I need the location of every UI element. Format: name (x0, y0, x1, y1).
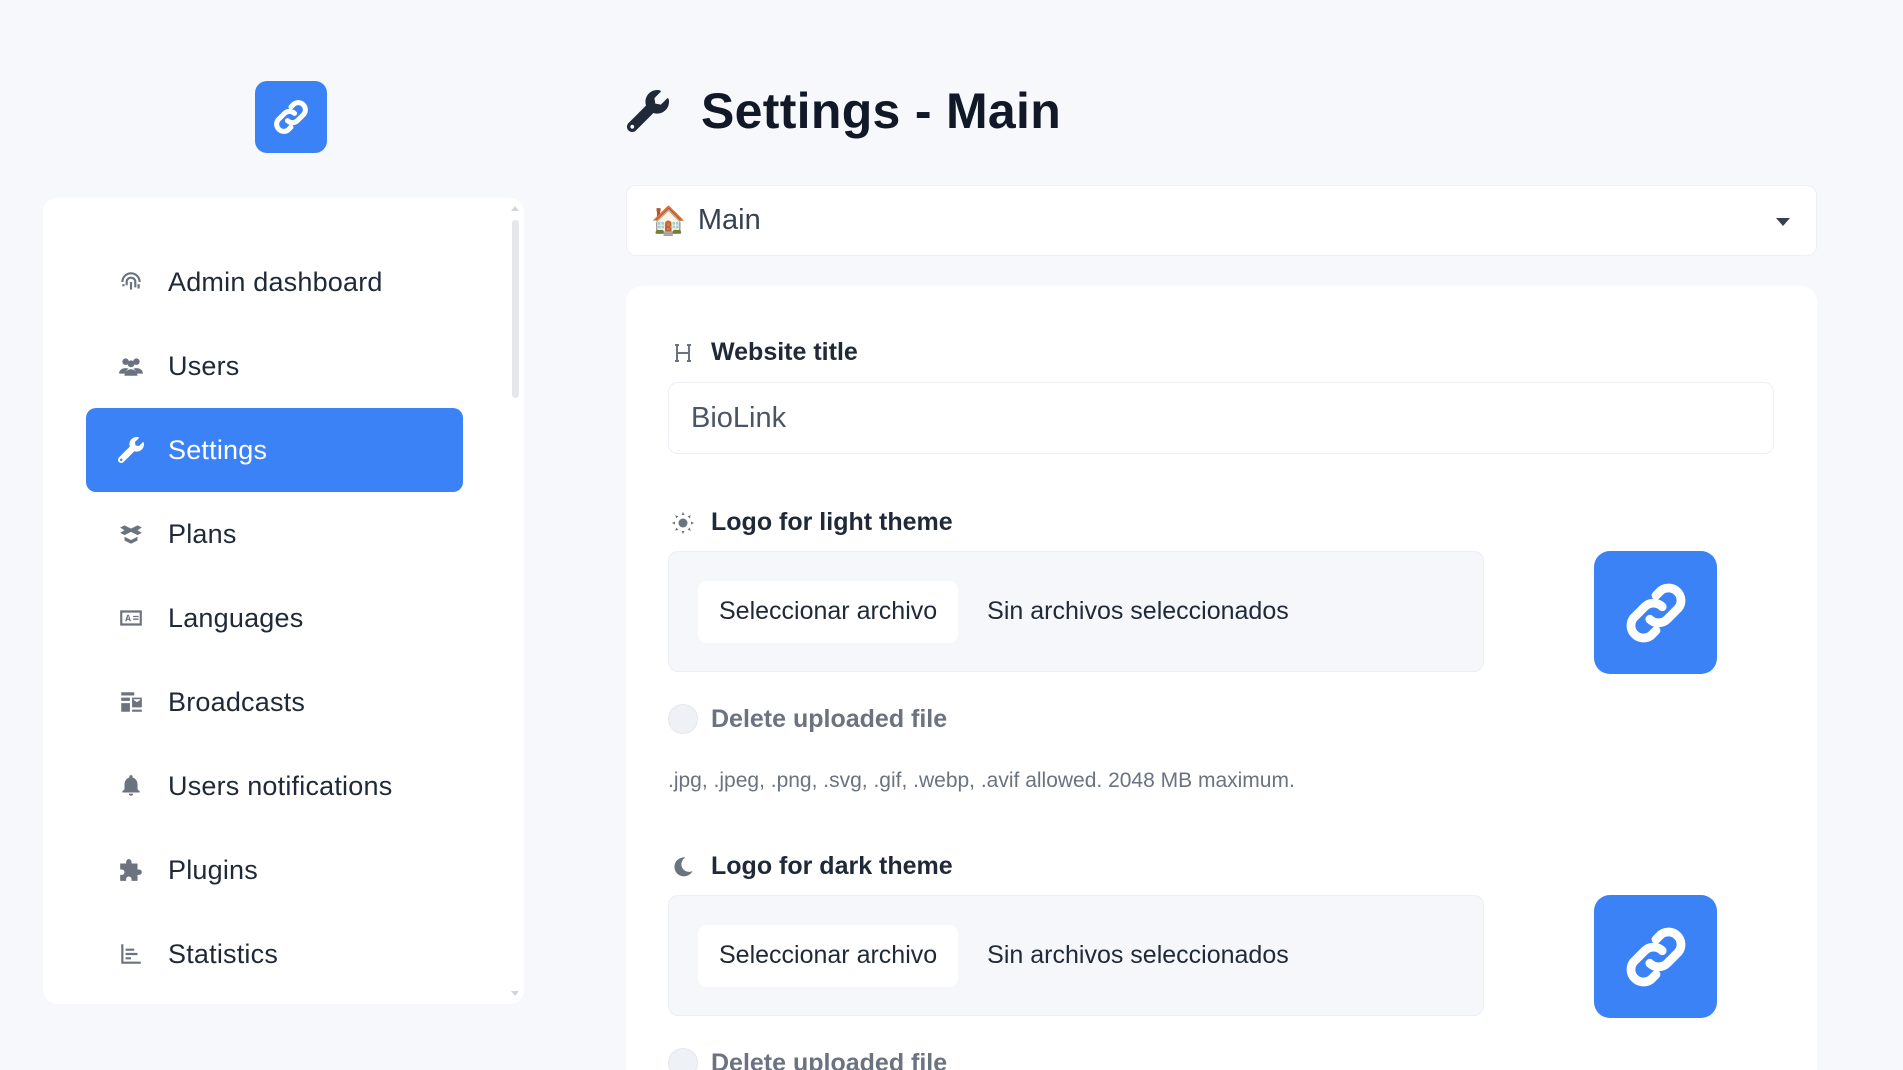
file-status-text: Sin archivos seleccionados (987, 597, 1289, 625)
link-icon (1616, 917, 1696, 997)
sidebar-item-label: Plans (168, 518, 237, 549)
wrench-icon (627, 90, 669, 132)
language-icon (116, 603, 146, 633)
delete-logo-light-checkbox[interactable] (668, 704, 698, 734)
sidebar-item-plans[interactable]: Plans (86, 492, 463, 576)
scrollbar-thumb[interactable] (512, 220, 519, 398)
page-header: Settings - Main (627, 82, 1061, 140)
app-root: Admin dashboard Users Settings Plans Lan… (0, 0, 1903, 1070)
delete-logo-dark-checkbox[interactable] (668, 1048, 698, 1070)
logo-light-label: Logo for light theme (669, 508, 953, 537)
logo-dark-label: Logo for dark theme (669, 852, 953, 881)
sidebar-item-statistics[interactable]: Statistics (86, 912, 463, 996)
settings-form-card: Website title BioLink Logo for light the… (626, 286, 1817, 1070)
chevron-down-icon (1776, 218, 1790, 226)
choose-file-button[interactable]: Seleccionar archivo (698, 924, 959, 987)
logo-dark-preview (1594, 895, 1717, 1018)
sun-icon (669, 509, 697, 537)
users-icon (116, 351, 146, 381)
house-icon: 🏠 (651, 205, 686, 236)
wrench-icon (116, 435, 146, 465)
sidebar-item-label: Users (168, 350, 240, 381)
box-open-icon (116, 519, 146, 549)
sidebar-item-label: Broadcasts (168, 686, 306, 717)
sidebar-item-plugins[interactable]: Plugins (86, 828, 463, 912)
logo-dark-file-input[interactable]: Seleccionar archivo Sin archivos selecci… (668, 895, 1484, 1016)
puzzle-icon (116, 855, 146, 885)
file-status-text: Sin archivos seleccionados (987, 941, 1289, 969)
chart-bar-icon (116, 939, 146, 969)
mail-bulk-icon (116, 687, 146, 717)
sidebar-item-label: Admin dashboard (168, 266, 383, 297)
sidebar-item-label: Settings (168, 434, 268, 465)
page-title: Settings - Main (701, 83, 1062, 139)
logo-light-preview (1594, 551, 1717, 674)
sidebar-item-label: Languages (168, 602, 304, 633)
brand-logo-icon[interactable] (255, 81, 327, 153)
logo-help-text: .jpg, .jpeg, .png, .svg, .gif, .webp, .a… (668, 769, 1295, 792)
delete-logo-dark-row[interactable]: Delete uploaded file (668, 1048, 947, 1070)
sidebar-item-label: Statistics (168, 938, 279, 969)
logo-light-file-input[interactable]: Seleccionar archivo Sin archivos selecci… (668, 551, 1484, 672)
sidebar: Admin dashboard Users Settings Plans Lan… (43, 198, 524, 1004)
sidebar-item-users[interactable]: Users (86, 324, 463, 408)
sidebar-item-label: Users notifications (168, 770, 393, 801)
heading-icon (669, 339, 697, 367)
bell-icon (116, 771, 146, 801)
choose-file-button[interactable]: Seleccionar archivo (698, 580, 959, 643)
website-title-label: Website title (669, 338, 858, 367)
settings-section-select[interactable]: 🏠 Main (626, 185, 1817, 256)
website-title-input[interactable]: BioLink (668, 382, 1774, 454)
sidebar-item-languages[interactable]: Languages (86, 576, 463, 660)
scroll-down-arrow-icon[interactable] (511, 991, 519, 996)
sidebar-item-label: Plugins (168, 854, 258, 885)
section-select-value: Main (697, 204, 761, 236)
sidebar-item-broadcasts[interactable]: Broadcasts (86, 660, 463, 744)
sidebar-scrollbar[interactable] (510, 206, 520, 996)
sidebar-item-settings[interactable]: Settings (86, 408, 463, 492)
moon-icon (669, 853, 697, 881)
link-icon (1616, 573, 1696, 653)
fingerprint-icon (116, 267, 146, 297)
delete-logo-light-row[interactable]: Delete uploaded file (668, 704, 947, 734)
sidebar-item-admin-dashboard[interactable]: Admin dashboard (86, 240, 463, 324)
sidebar-item-users-notifications[interactable]: Users notifications (86, 744, 463, 828)
scroll-up-arrow-icon[interactable] (511, 206, 519, 211)
sidebar-nav: Admin dashboard Users Settings Plans Lan… (86, 240, 463, 996)
